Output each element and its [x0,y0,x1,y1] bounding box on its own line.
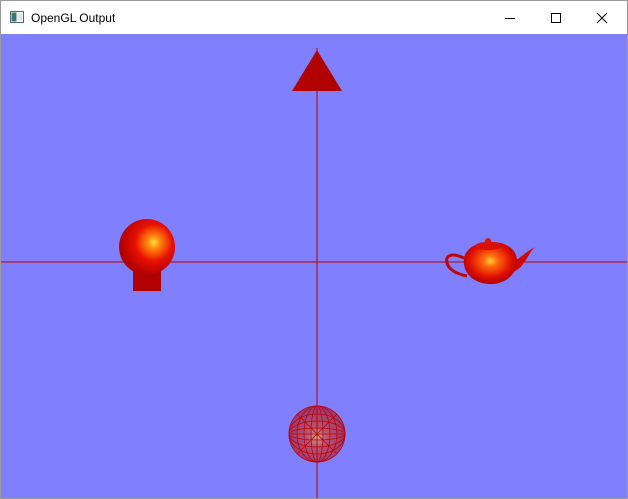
app-icon [10,11,24,23]
cone-shape [292,50,342,91]
wire-sphere-shape [288,405,346,463]
minimize-icon [505,17,515,19]
scene-svg [1,48,627,498]
window-title: OpenGL Output [31,11,116,25]
title-bar[interactable]: OpenGL Output [1,1,627,34]
close-icon [596,12,608,23]
opengl-canvas[interactable] [1,34,627,498]
maximize-icon [551,12,561,23]
opengl-window: OpenGL Output [0,0,628,499]
teapot-shape [445,238,535,284]
close-button[interactable] [579,1,625,34]
minimize-button[interactable] [487,1,533,34]
sphere-shape [119,219,175,275]
maximize-button[interactable] [533,1,579,34]
